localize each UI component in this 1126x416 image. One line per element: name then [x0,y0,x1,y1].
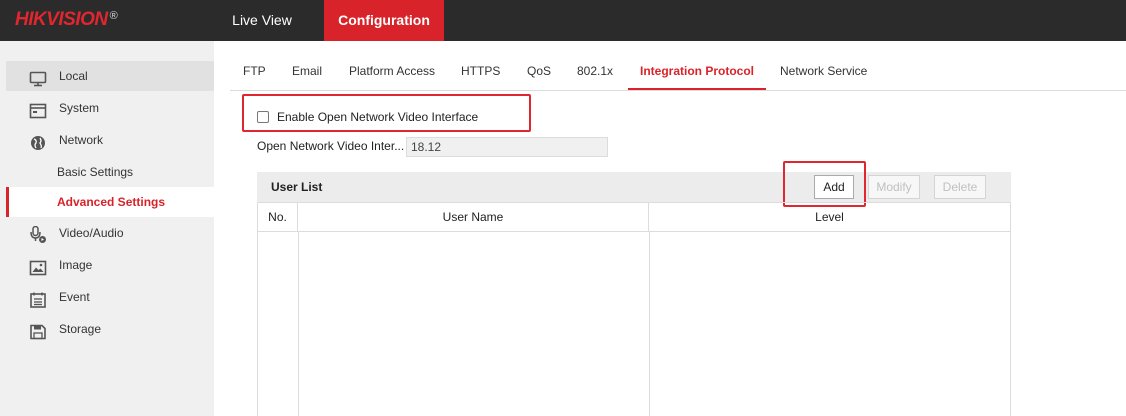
sidebar-item-label: Network [59,133,104,147]
user-table: No. User Name Level [257,202,1011,416]
sidebar-item-event[interactable]: Event [0,282,214,312]
column-header-user-name: User Name [298,203,649,232]
tab-network-service[interactable]: Network Service [780,55,867,90]
column-header-level: Level [815,210,844,224]
microphone-camera-icon [29,225,47,243]
highlight-box-enable [242,94,531,132]
sidebar-item-label: System [59,101,100,115]
floppy-disk-icon [29,321,47,340]
tab-https[interactable]: HTTPS [461,55,500,90]
event-list-icon [29,289,47,308]
nav-live-view[interactable]: Live View [218,0,306,41]
onvif-version-label: Open Network Video Inter... [257,139,405,153]
image-icon [29,257,47,276]
sidebar-item-storage[interactable]: Storage [0,314,214,344]
sidebar-item-video-audio[interactable]: Video/Audio [0,218,214,248]
sidebar-item-label: Local [59,69,88,83]
settings-tabs: FTP Email Platform Access HTTPS QoS 802.… [230,55,1126,91]
hikvision-logo: HIKVISION ® [15,9,118,30]
sidebar-item-network[interactable]: Network [0,125,214,155]
sidebar-item-label: Advanced Settings [57,195,166,209]
sidebar-item-label: Basic Settings [57,165,134,179]
sidebar-item-system[interactable]: System [0,93,214,123]
sidebar-item-label: Event [59,290,90,304]
column-divider [298,232,299,416]
column-header-no: No. [258,203,298,232]
globe-icon [29,132,47,150]
tab-ftp[interactable]: FTP [243,55,266,90]
user-list-title: User List [271,180,323,194]
delete-user-button[interactable]: Delete [934,175,986,199]
system-icon [29,100,47,119]
tab-email[interactable]: Email [292,55,322,90]
monitor-icon [29,68,47,87]
tab-integration-protocol[interactable]: Integration Protocol [628,55,766,90]
tab-qos[interactable]: QoS [527,55,551,90]
sidebar-item-image[interactable]: Image [0,250,214,280]
top-bar: HIKVISION ® Live View Configuration [0,0,1126,41]
tab-platform-access[interactable]: Platform Access [349,55,435,90]
tab-802-1x[interactable]: 802.1x [577,55,613,90]
column-divider [649,232,650,416]
highlight-box-add [783,161,866,207]
sidebar-item-label: Image [59,258,93,272]
sidebar-item-advanced-settings[interactable]: Advanced Settings [6,187,214,217]
sidebar-item-local[interactable]: Local [6,61,214,91]
sidebar-item-label: Storage [59,322,102,336]
user-table-header: No. User Name Level [258,202,1010,232]
modify-user-button[interactable]: Modify [868,175,920,199]
onvif-version-field: 18.12 [406,137,608,157]
sidebar: Local System Network Basic Settings Adva… [0,41,214,416]
sidebar-item-label: Video/Audio [59,226,124,240]
sidebar-item-basic-settings[interactable]: Basic Settings [0,157,214,187]
nav-configuration[interactable]: Configuration [324,0,444,41]
